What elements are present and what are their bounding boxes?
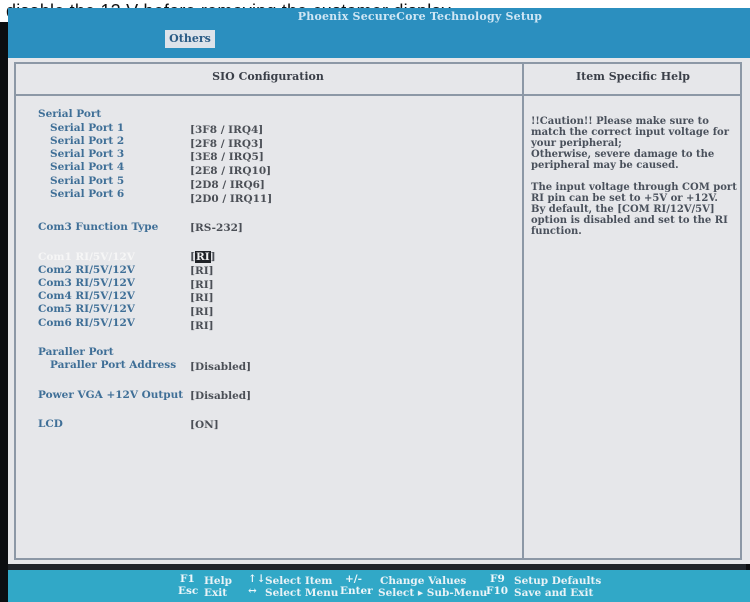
save-and-exit-desc: Save and Exit (514, 587, 594, 599)
serial-port-4-value[interactable]: [2E8 / IRQ10] (190, 165, 271, 178)
paraller-port-address-value[interactable]: [Disabled] (190, 361, 251, 374)
serial-port-5-value[interactable]: [2D8 / IRQ6] (190, 179, 265, 192)
esc-desc: Exit (204, 587, 228, 599)
serial-port-3-label[interactable]: Serial Port 3 (50, 148, 124, 161)
com2-ri-5v-12v-value[interactable]: [RI] (190, 265, 214, 278)
serial-port-3-value[interactable]: [3E8 / IRQ5] (190, 151, 264, 164)
serial-port-2-label[interactable]: Serial Port 2 (50, 135, 124, 148)
paraller-port-heading: Paraller Port (38, 346, 114, 358)
com5-ri-5v-12v-label[interactable]: Com5 RI/5V/12V (38, 303, 135, 316)
select-menu-desc: Select Menu (265, 587, 339, 599)
com2-ri-5v-12v-label[interactable]: Com2 RI/5V/12V (38, 264, 135, 277)
power-vga-value[interactable]: [Disabled] (190, 390, 251, 403)
selected-value-highlight: RI (194, 251, 211, 263)
com5-ri-5v-12v-value[interactable]: [RI] (190, 306, 214, 319)
paraller-port-address-label[interactable]: Paraller Port Address (50, 359, 176, 372)
serial-port-6-value[interactable]: [2D0 / IRQ11] (190, 193, 272, 206)
com1-ri-5v-12v-value[interactable]: [RI] (190, 251, 216, 264)
com6-ri-5v-12v-label[interactable]: Com6 RI/5V/12V (38, 317, 135, 330)
help-text: !!Caution!! Please make sure to match th… (531, 116, 737, 237)
com4-ri-5v-12v-label[interactable]: Com4 RI/5V/12V (38, 290, 135, 303)
page-title: SIO Configuration (212, 70, 324, 83)
serial-port-heading: Serial Port (38, 108, 102, 120)
power-vga-label[interactable]: Power VGA +12V Output (38, 389, 183, 402)
serial-port-1-label[interactable]: Serial Port 1 (50, 122, 124, 135)
bracket-close: ] (210, 251, 216, 263)
lcd-label[interactable]: LCD (38, 418, 63, 431)
com6-ri-5v-12v-value[interactable]: [RI] (190, 320, 214, 333)
com3-ri-5v-12v-value[interactable]: [RI] (190, 279, 214, 292)
help-title: Item Specific Help (576, 70, 690, 83)
bios-title: Phoenix SecureCore Technology Setup (297, 10, 543, 23)
com3-function-type-label[interactable]: Com3 Function Type (38, 221, 158, 234)
select-submenu-desc: Select ▸ Sub-Menu (378, 587, 488, 599)
serial-port-5-label[interactable]: Serial Port 5 (50, 175, 124, 188)
enter-key: Enter (340, 585, 373, 597)
serial-port-6-label[interactable]: Serial Port 6 (50, 188, 124, 201)
panel-divider (522, 62, 524, 560)
f10-key: F10 (486, 585, 509, 597)
left-right-arrow-icon: ↔ (248, 585, 257, 597)
serial-port-4-label[interactable]: Serial Port 4 (50, 161, 124, 174)
tab-others[interactable]: Others (165, 30, 215, 48)
esc-key: Esc (178, 585, 199, 597)
com3-function-type-value[interactable]: [RS-232] (190, 222, 243, 235)
com1-ri-5v-12v-label[interactable]: Com1 RI/5V/12V (38, 251, 135, 264)
com3-ri-5v-12v-label[interactable]: Com3 RI/5V/12V (38, 277, 135, 290)
lcd-value[interactable]: [ON] (190, 419, 219, 432)
serial-port-1-value[interactable]: [3F8 / IRQ4] (190, 124, 263, 137)
com4-ri-5v-12v-value[interactable]: [RI] (190, 292, 214, 305)
title-divider (14, 94, 742, 96)
serial-port-2-value[interactable]: [2F8 / IRQ3] (190, 138, 263, 151)
